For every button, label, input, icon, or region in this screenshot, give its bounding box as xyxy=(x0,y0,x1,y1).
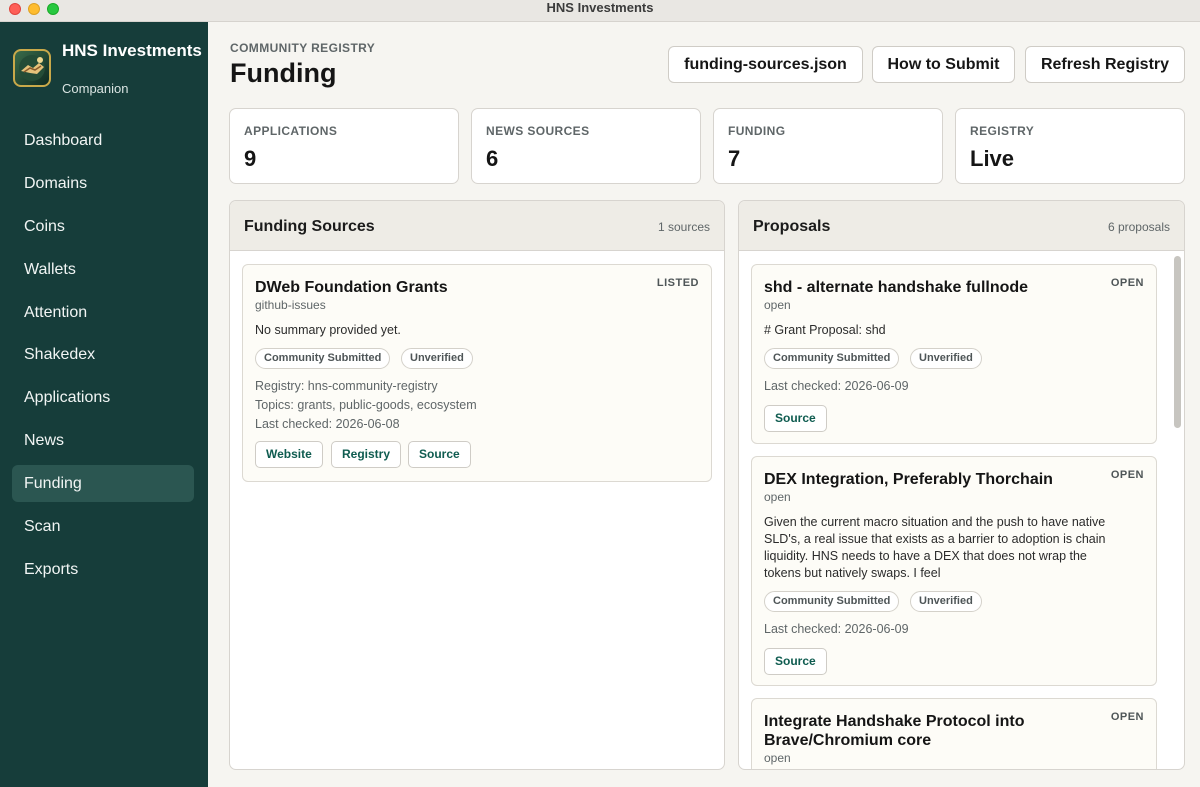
panel-title: Proposals xyxy=(753,218,831,235)
sidebar-item-coins[interactable]: Coins xyxy=(12,208,194,245)
status-badge: OPEN xyxy=(1110,469,1144,481)
proposals-scrollbar[interactable] xyxy=(1174,256,1181,428)
brand-subtitle: Companion xyxy=(62,81,129,96)
tag-unverified: Unverified xyxy=(910,348,982,369)
sidebar-item-wallets[interactable]: Wallets xyxy=(12,251,194,288)
status-badge: OPEN xyxy=(1110,277,1144,289)
stat-card-applications: APPLICATIONS 9 xyxy=(229,108,459,184)
card-title: DWeb Foundation Grants xyxy=(255,279,448,296)
stat-label: REGISTRY xyxy=(970,124,1035,138)
stat-value: 9 xyxy=(244,146,257,171)
main-content: COMMUNITY REGISTRY Funding funding-sourc… xyxy=(208,22,1200,787)
website-button[interactable]: Website xyxy=(255,441,323,468)
app-logo-icon xyxy=(13,49,51,87)
funding-source-card: DWeb Foundation Grants LISTED github-iss… xyxy=(242,264,712,482)
proposal-card: DEX Integration, Preferably Thorchain OP… xyxy=(751,456,1157,686)
panel-header: Proposals 6 proposals xyxy=(739,201,1184,251)
card-state: open xyxy=(764,751,791,765)
card-title-line: Integrate Handshake Protocol into xyxy=(764,713,1025,730)
sidebar-nav: Dashboard Domains Coins Wallets Attentio… xyxy=(12,122,194,594)
tag-community-submitted: Community Submitted xyxy=(255,348,391,369)
registry-button[interactable]: Registry xyxy=(331,441,402,468)
card-state: open xyxy=(764,490,791,504)
sidebar-item-attention[interactable]: Attention xyxy=(12,294,194,331)
funding-sources-panel: Funding Sources 1 sources DWeb Foundatio… xyxy=(229,200,725,770)
card-title: DEX Integration, Preferably Thorchain xyxy=(764,471,1053,488)
card-summary-line: Given the current macro situation and th… xyxy=(764,515,1106,529)
stat-value: 6 xyxy=(486,146,499,171)
tag-community-submitted: Community Submitted xyxy=(764,348,900,369)
card-summary-line: liquidity. HNS needs to have a DEX that … xyxy=(764,549,1087,563)
proposal-card: Integrate Handshake Protocol into Brave/… xyxy=(751,698,1157,769)
window-titlebar: HNS Investments xyxy=(0,0,1200,22)
sidebar-item-applications[interactable]: Applications xyxy=(12,379,194,416)
card-title-line: Brave/Chromium core xyxy=(764,732,932,749)
proposals-list[interactable]: shd - alternate handshake fullnode OPEN … xyxy=(739,252,1184,769)
sidebar-item-dashboard[interactable]: Dashboard xyxy=(12,122,194,159)
stat-card-registry: REGISTRY Live xyxy=(955,108,1185,184)
card-title: shd - alternate handshake fullnode xyxy=(764,279,1029,296)
status-badge: OPEN xyxy=(1110,711,1144,723)
card-state: open xyxy=(764,298,791,312)
funding-sources-json-button[interactable]: funding-sources.json xyxy=(668,46,863,83)
stat-card-funding: FUNDING 7 xyxy=(713,108,943,184)
source-button[interactable]: Source xyxy=(764,405,827,432)
card-summary-line: SLD's, a real issue that exists as a bar… xyxy=(764,532,1106,546)
source-button[interactable]: Source xyxy=(408,441,471,468)
card-last-checked: Last checked: 2026-06-09 xyxy=(764,622,909,636)
card-summary: # Grant Proposal: shd xyxy=(764,323,886,337)
status-badge: LISTED xyxy=(656,277,699,289)
stat-label: NEWS SOURCES xyxy=(486,124,590,138)
card-summary-line: tokens but natively swaps. I feel xyxy=(764,566,941,580)
page-eyebrow: COMMUNITY REGISTRY xyxy=(230,41,376,55)
tag-unverified: Unverified xyxy=(910,591,982,612)
panel-header: Funding Sources 1 sources xyxy=(230,201,724,251)
page-title: Funding xyxy=(230,58,337,88)
panel-count: 6 proposals xyxy=(1107,220,1170,234)
sidebar-item-news[interactable]: News xyxy=(12,422,194,459)
card-last-checked: Last checked: 2026-06-09 xyxy=(764,379,909,393)
card-topics: Topics: grants, public-goods, ecosystem xyxy=(255,398,477,412)
card-source-type: github-issues xyxy=(255,298,326,312)
panel-count: 1 sources xyxy=(657,220,710,234)
tag-community-submitted: Community Submitted xyxy=(764,591,900,612)
brand-name: HNS Investments xyxy=(62,41,202,60)
proposals-panel: Proposals 6 proposals shd - alternate ha… xyxy=(738,200,1185,770)
sidebar-item-domains[interactable]: Domains xyxy=(12,165,194,202)
stat-value: Live xyxy=(970,146,1015,171)
sidebar-item-scan[interactable]: Scan xyxy=(12,508,194,545)
sidebar-item-exports[interactable]: Exports xyxy=(12,551,194,588)
card-last-checked: Last checked: 2026-06-08 xyxy=(255,417,400,431)
sidebar-item-shakedex[interactable]: Shakedex xyxy=(12,336,194,373)
how-to-submit-button[interactable]: How to Submit xyxy=(872,46,1015,83)
refresh-registry-button[interactable]: Refresh Registry xyxy=(1025,46,1185,83)
card-summary: No summary provided yet. xyxy=(255,323,401,337)
tag-unverified: Unverified xyxy=(401,348,473,369)
card-registry: Registry: hns-community-registry xyxy=(255,379,438,393)
stat-card-news-sources: NEWS SOURCES 6 xyxy=(471,108,701,184)
panel-title: Funding Sources xyxy=(244,218,375,235)
source-button[interactable]: Source xyxy=(764,648,827,675)
sidebar: HNS Investments Companion Dashboard Doma… xyxy=(0,22,208,787)
stat-label: FUNDING xyxy=(728,124,786,138)
stat-value: 7 xyxy=(728,146,741,171)
stat-label: APPLICATIONS xyxy=(244,124,338,138)
sidebar-item-funding[interactable]: Funding xyxy=(12,465,194,503)
proposal-card: shd - alternate handshake fullnode OPEN … xyxy=(751,264,1157,444)
window-title: HNS Investments xyxy=(546,0,654,15)
